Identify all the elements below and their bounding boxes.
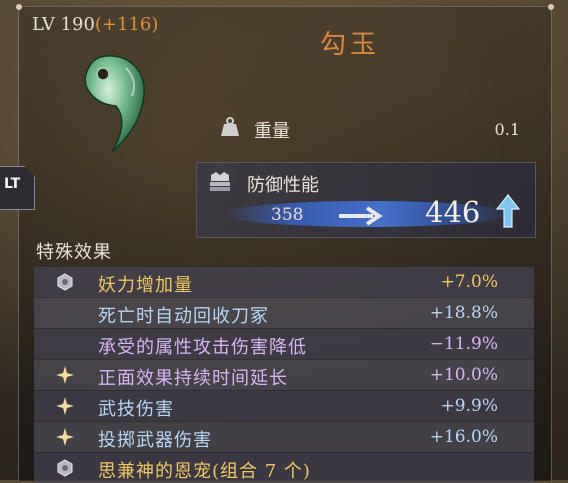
hexagon-icon	[57, 273, 73, 291]
increase-arrow-icon	[495, 194, 521, 228]
effect-name: 妖力增加量	[98, 275, 193, 296]
effect-row[interactable]: 妖力增加量 +7.0%	[34, 266, 534, 297]
effect-value: −11.9%	[429, 334, 498, 354]
special-effects-header: 特殊效果	[36, 242, 112, 263]
effect-name: 投掷武器伤害	[98, 430, 212, 451]
defense-old-value: 358	[271, 205, 304, 225]
corner-ornament	[16, 4, 22, 10]
weight-value: 0.1	[494, 120, 520, 139]
armor-icon	[210, 172, 230, 191]
defense-label: 防御性能	[247, 175, 319, 196]
effect-row[interactable]: 思兼神的恩宠(组合 7 个)	[34, 452, 534, 483]
weight-icon	[221, 117, 239, 136]
effect-row[interactable]: 投掷武器伤害 +16.0%	[34, 421, 534, 452]
item-level: LV 190(+116)	[32, 14, 158, 35]
defense-panel: 防御性能 358 446	[196, 162, 536, 238]
effect-name: 死亡时自动回收刀冢	[98, 306, 269, 327]
arrow-right-icon	[339, 206, 383, 226]
corner-ornament	[548, 4, 554, 10]
sparkle-icon	[56, 366, 74, 384]
hexagon-icon	[57, 459, 73, 477]
effect-row[interactable]: 承受的属性攻击伤害降低 −11.9%	[34, 328, 534, 359]
effect-value: +9.9%	[440, 396, 498, 416]
effect-value: +16.0%	[429, 427, 498, 447]
item-name: 勾玉	[319, 30, 380, 60]
effect-row[interactable]: 正面效果持续时间延长 +10.0%	[34, 359, 534, 390]
defense-new-value: 446	[425, 195, 481, 229]
effect-name: 正面效果持续时间延长	[98, 368, 288, 389]
level-bonus: (+116)	[94, 14, 159, 35]
sparkle-icon	[56, 397, 74, 415]
weight-label: 重量	[254, 121, 290, 142]
magatama-icon	[84, 55, 145, 153]
sparkle-icon	[56, 428, 74, 446]
effect-row[interactable]: 武技伤害 +9.9%	[34, 390, 534, 421]
special-effects-list: 妖力增加量 +7.0% 死亡时自动回收刀冢 +18.8% 承受的属性攻击伤害降低…	[34, 266, 534, 483]
effect-value: +10.0%	[429, 365, 498, 385]
effect-value: +18.8%	[429, 303, 498, 323]
level-text: LV 190	[32, 14, 95, 35]
lt-button-label[interactable]: LT	[4, 176, 20, 192]
effect-name: 思兼神的恩宠(组合 7 个)	[98, 461, 311, 482]
effect-name: 武技伤害	[98, 399, 174, 420]
effect-name: 承受的属性攻击伤害降低	[98, 337, 307, 358]
effect-value: +7.0%	[440, 272, 498, 292]
effect-row[interactable]: 死亡时自动回收刀冢 +18.8%	[34, 297, 534, 328]
